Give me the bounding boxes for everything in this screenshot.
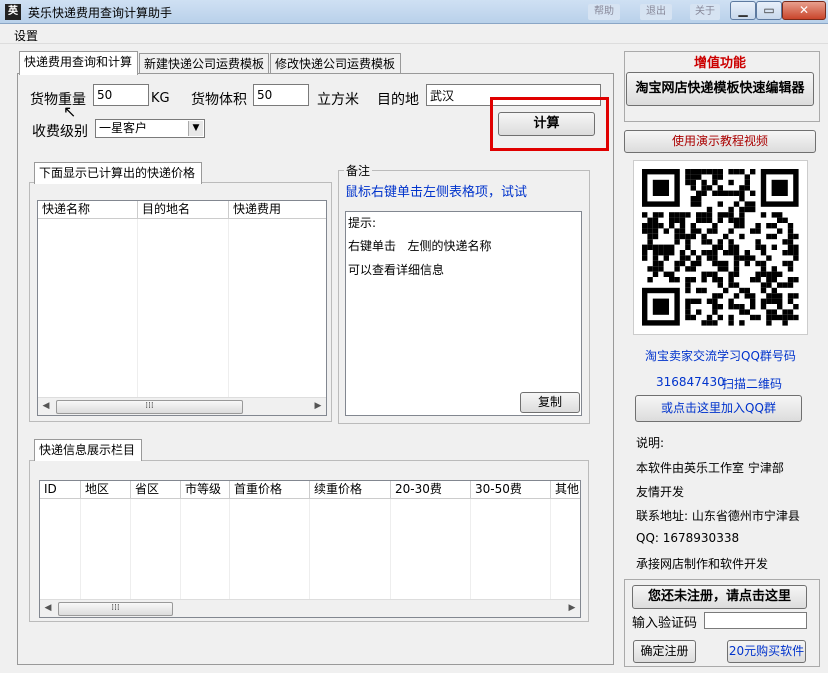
- info-group-title: 快递信息展示栏目: [34, 439, 142, 461]
- exit-menu-blurred[interactable]: 退出: [640, 4, 672, 20]
- chevron-down-icon[interactable]: ▼: [188, 121, 203, 136]
- mouse-cursor-icon: ↖: [63, 102, 77, 121]
- weight-input[interactable]: [93, 84, 149, 106]
- qq-group-label: 淘宝卖家交流学习QQ群号码: [645, 349, 796, 363]
- qq-group-number: 316847430: [656, 375, 725, 389]
- tab-edit-template[interactable]: 修改快递公司运费模板: [270, 53, 401, 75]
- title-bar[interactable]: 英 英乐快递费用查询计算助手 帮助 退出 关于 ▁ ▭ ✕: [0, 0, 828, 24]
- window-title: 英乐快递费用查询计算助手: [28, 6, 173, 20]
- about-menu-blurred[interactable]: 关于: [690, 4, 720, 20]
- note-line: 说明:: [636, 436, 665, 450]
- qr-code-image: [633, 160, 808, 335]
- scroll-left-icon[interactable]: ◀: [42, 602, 54, 614]
- col-region[interactable]: 地区: [81, 481, 131, 499]
- info-listview[interactable]: ID 地区 省区 市等级 首重价格 续重价格 20-30费 30-50费 其他 …: [39, 480, 581, 618]
- join-qq-group-button[interactable]: 或点击这里加入QQ群: [635, 395, 802, 422]
- volume-label: 货物体积: [191, 92, 247, 108]
- scroll-thumb[interactable]: ⁞⁞⁞: [56, 400, 243, 414]
- close-button[interactable]: ✕: [782, 1, 826, 20]
- col-express-fee[interactable]: 快递费用: [229, 201, 326, 219]
- info-hscrollbar[interactable]: ◀ ⁞⁞⁞ ▶: [40, 599, 580, 617]
- price-listview[interactable]: 快递名称 目的地名 快递费用 ◀ ⁞⁞⁞ ▶: [37, 200, 327, 416]
- fee-level-value: 一星客户: [99, 121, 148, 135]
- fee-level-label: 收费级别: [32, 124, 88, 140]
- col-fee-20-30[interactable]: 20-30费: [391, 481, 471, 499]
- col-fee-30-50[interactable]: 30-50费: [471, 481, 551, 499]
- fee-level-select[interactable]: 一星客户 ▼: [95, 119, 205, 138]
- remark-line: 可以查看详细信息: [348, 263, 445, 277]
- scroll-thumb[interactable]: ⁞⁞⁞: [58, 602, 173, 616]
- register-button[interactable]: 您还未注册，请点击这里: [632, 585, 807, 609]
- note-line: QQ: 1678930338: [636, 531, 740, 545]
- weight-label: 货物重量: [30, 92, 86, 108]
- price-group-title: 下面显示已计算出的快递价格: [34, 162, 202, 184]
- col-id[interactable]: ID: [40, 481, 81, 499]
- menu-bar: 设置: [0, 24, 828, 44]
- scan-qr-label: 扫描二维码: [722, 377, 783, 391]
- scroll-left-icon[interactable]: ◀: [40, 400, 52, 412]
- template-editor-button[interactable]: 淘宝网店快递模板快速编辑器: [626, 72, 814, 106]
- tutorial-video-button[interactable]: 使用演示教程视频: [624, 130, 816, 153]
- confirm-register-button[interactable]: 确定注册: [633, 640, 696, 663]
- remark-line: 右键单击 左侧的快递名称: [348, 239, 492, 253]
- scroll-right-icon[interactable]: ▶: [566, 602, 578, 614]
- col-province[interactable]: 省区: [131, 481, 181, 499]
- col-express-name[interactable]: 快递名称: [38, 201, 138, 219]
- note-line: 本软件由英乐工作室 宁津部: [636, 461, 784, 475]
- volume-input[interactable]: [253, 84, 309, 106]
- remark-textbox[interactable]: 提示: 右键单击 左侧的快递名称 可以查看详细信息 复制: [345, 211, 582, 416]
- volume-unit: 立方米: [317, 92, 359, 108]
- remark-line: 提示:: [348, 216, 377, 230]
- calc-button[interactable]: 计算: [498, 112, 595, 136]
- minimize-button[interactable]: ▁: [730, 1, 756, 20]
- maximize-button[interactable]: ▭: [756, 1, 782, 20]
- note-line: 承接网店制作和软件开发: [636, 557, 769, 571]
- remark-hint: 鼠标右键单击左侧表格项，试试: [345, 185, 528, 200]
- remark-title: 备注: [344, 162, 373, 179]
- app-icon: 英: [5, 4, 21, 20]
- tab-new-template[interactable]: 新建快递公司运费模板: [139, 53, 269, 75]
- value-added-title: 增值功能: [694, 56, 747, 71]
- note-line: 联系地址: 山东省德州市宁津县: [636, 509, 800, 523]
- menu-settings[interactable]: 设置: [14, 27, 38, 44]
- help-menu-blurred[interactable]: 帮助: [588, 4, 620, 20]
- note-line: 友情开发: [636, 485, 685, 499]
- tab-query-calc[interactable]: 快递费用查询和计算: [19, 51, 138, 75]
- weight-unit: KG: [151, 91, 170, 106]
- buy-software-button[interactable]: 20元购买软件: [727, 640, 806, 663]
- qr-code-icon: [642, 169, 799, 326]
- col-city-level[interactable]: 市等级: [181, 481, 230, 499]
- col-dest-name[interactable]: 目的地名: [138, 201, 229, 219]
- verify-code-label: 输入验证码: [632, 616, 698, 631]
- destination-label: 目的地: [377, 92, 419, 108]
- scroll-right-icon[interactable]: ▶: [312, 400, 324, 412]
- col-other[interactable]: 其他: [551, 481, 580, 499]
- col-extra-weight-price[interactable]: 续重价格: [310, 481, 391, 499]
- copy-button[interactable]: 复制: [520, 392, 580, 413]
- verify-code-input[interactable]: [704, 612, 807, 629]
- col-first-weight-price[interactable]: 首重价格: [230, 481, 310, 499]
- price-hscrollbar[interactable]: ◀ ⁞⁞⁞ ▶: [38, 397, 326, 415]
